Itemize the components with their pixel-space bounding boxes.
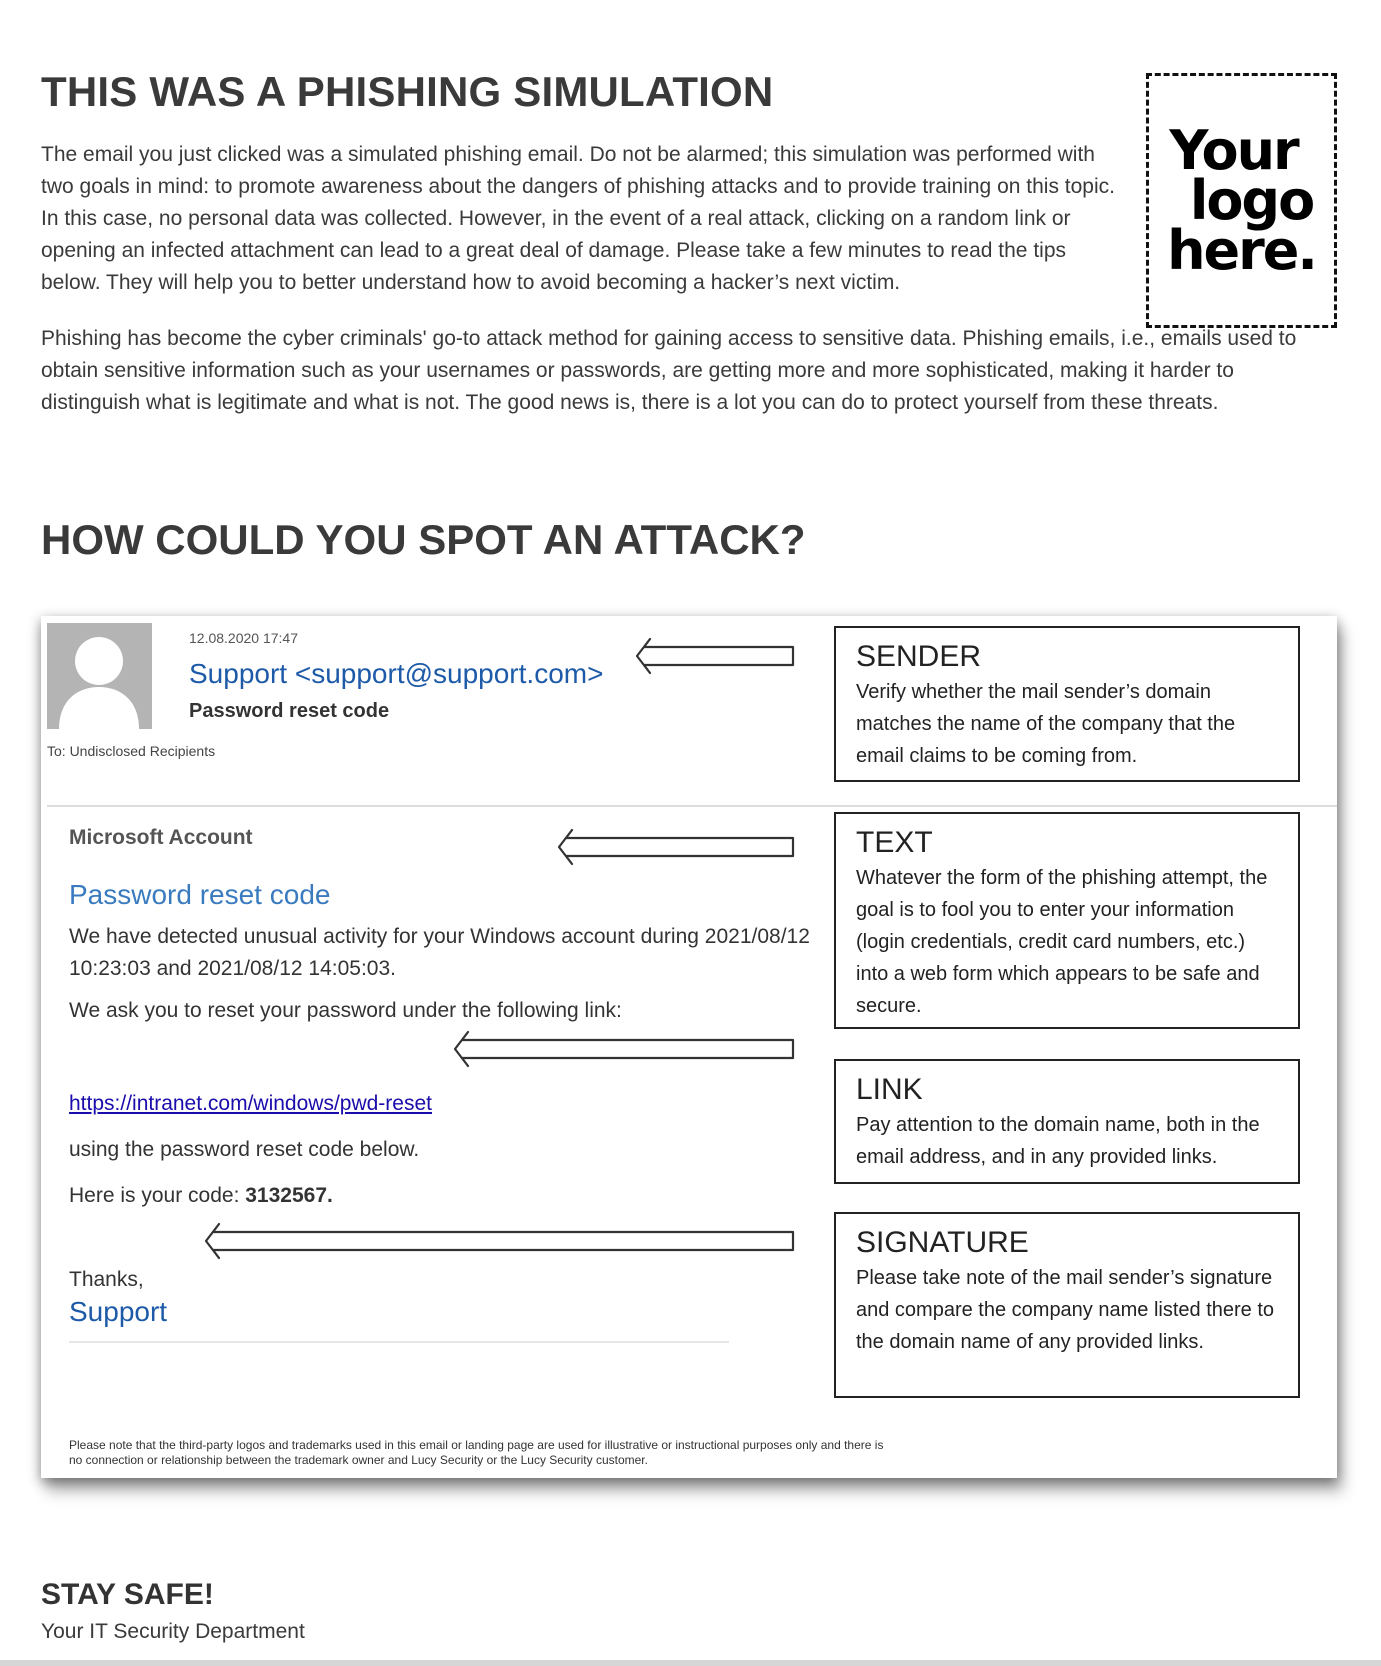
callout-sender-text: Verify whether the mail sender’s domain … [856, 681, 1236, 767]
callout-signature-title: SIGNATURE [856, 1226, 1029, 1259]
callout-signature: SIGNATURE Please take note of the mail s… [834, 1212, 1300, 1398]
intro-paragraph-1: The email you just clicked was a simulat… [41, 143, 1115, 294]
logo-text-line-2: logo [1189, 168, 1315, 232]
callout-sender: SENDER Verify whether the mail sender’s … [834, 626, 1300, 782]
callout-sender-title: SENDER [856, 640, 982, 673]
sender-arrow [635, 637, 795, 675]
logo-placeholder: Your logo here. [1146, 73, 1337, 328]
logo-text-line-3: here. [1167, 218, 1318, 282]
department-name: Your IT Security Department [41, 1620, 305, 1643]
bottom-border [0, 1660, 1381, 1666]
text-arrow [557, 828, 795, 866]
callout-signature-text: Please take note of the mail sender’s si… [856, 1267, 1275, 1353]
signature-arrow [204, 1222, 795, 1260]
callout-link-title: LINK [856, 1073, 923, 1106]
callout-link: LINK Pay attention to the domain name, b… [834, 1059, 1300, 1184]
callout-text-text: Whatever the form of the phishing attemp… [856, 867, 1268, 1017]
section-title: HOW COULD YOU SPOT AN ATTACK? [41, 516, 806, 563]
example-email-card: 12.08.2020 17:47 Support <support@suppor… [41, 616, 1337, 1478]
page-title: THIS WAS A PHISHING SIMULATION [41, 68, 774, 115]
logo-text-line-1: Your [1169, 118, 1299, 182]
intro-paragraph-2: Phishing has become the cyber criminals'… [41, 327, 1297, 414]
callout-text-title: TEXT [856, 826, 933, 859]
stay-safe-heading: STAY SAFE! [41, 1578, 214, 1611]
link-arrow [453, 1030, 795, 1068]
callout-link-text: Pay attention to the domain name, both i… [856, 1114, 1260, 1168]
callout-text: TEXT Whatever the form of the phishing a… [834, 812, 1300, 1029]
